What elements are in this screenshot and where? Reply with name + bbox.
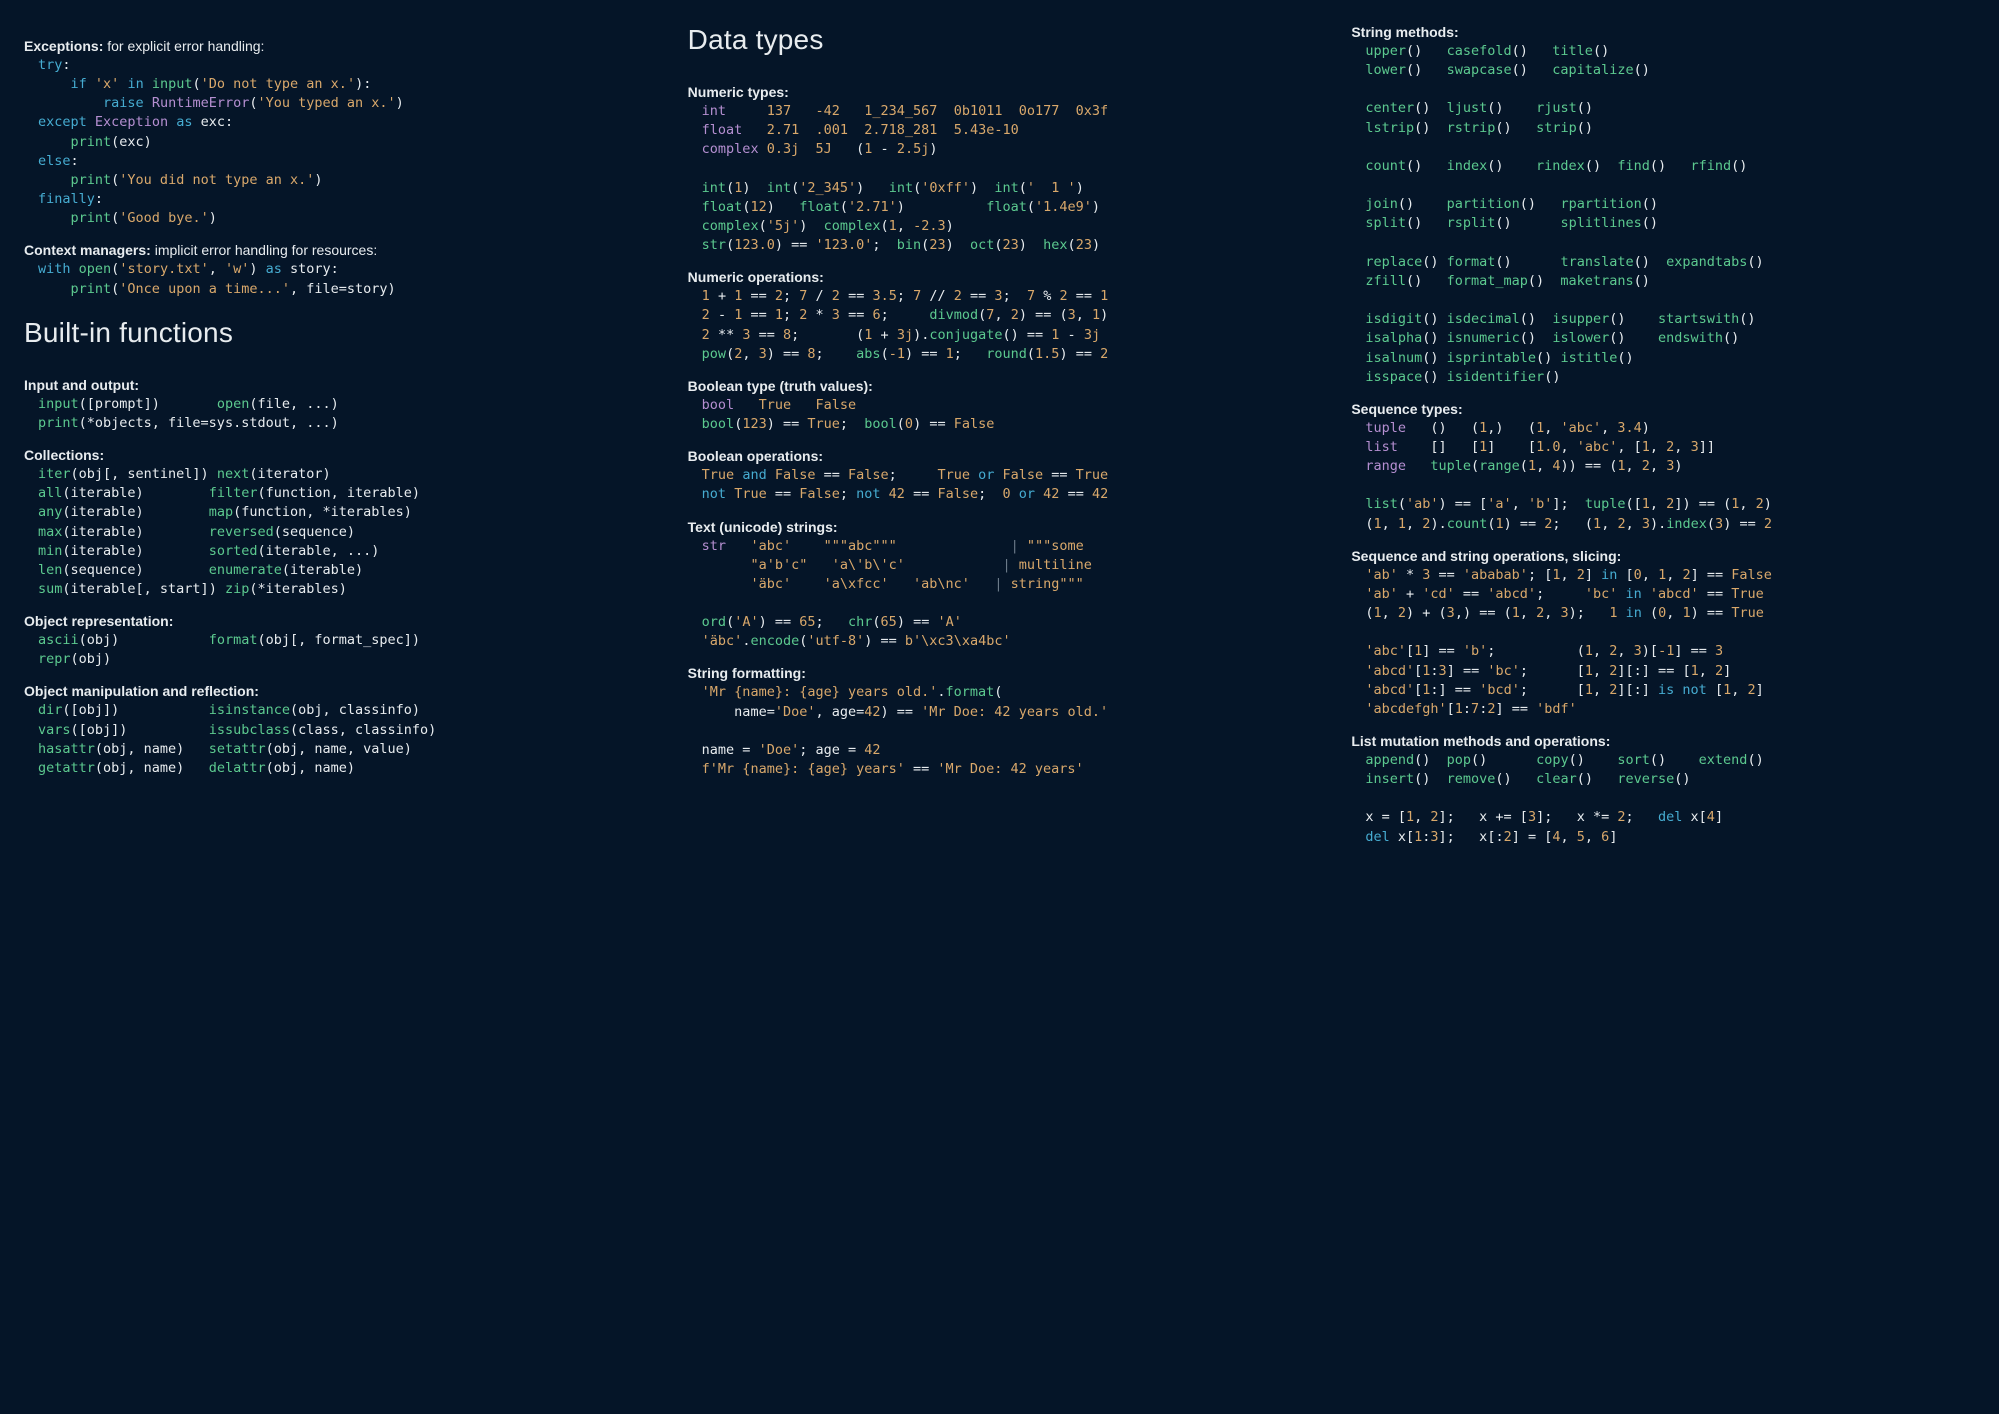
booltype-label: Boolean type (truth values): (688, 378, 1312, 394)
seqtypes-label: Sequence types: (1351, 401, 1975, 417)
boolops-code: True and False == False; True or False =… (688, 466, 1312, 504)
numops-code: 1 + 1 == 2; 7 / 2 == 3.5; 7 // 2 == 3; 7… (688, 287, 1312, 364)
column-1: Exceptions: for explicit error handling:… (24, 24, 648, 1390)
repr-label: Object representation: (24, 613, 648, 629)
numops-label: Numeric operations: (688, 269, 1312, 285)
exceptions-label: Exceptions: for explicit error handling: (24, 38, 648, 54)
text-code: str 'abc' """abc""" | """some "a'b'c" 'a… (688, 537, 1312, 652)
listmut-code: append() pop() copy() sort() extend() in… (1351, 751, 1975, 847)
context-desc: implicit error handling for resources: (151, 242, 377, 258)
repr-code: ascii(obj) format(obj[, format_spec]) re… (24, 631, 648, 669)
boolops-label: Boolean operations: (688, 448, 1312, 464)
context-label: Context managers: implicit error handlin… (24, 242, 648, 258)
listmut-label: List mutation methods and operations: (1351, 733, 1975, 749)
booltype-code: bool True False bool(123) == True; bool(… (688, 396, 1312, 434)
numtypes-label: Numeric types: (688, 84, 1312, 100)
seqops-code: 'ab' * 3 == 'ababab'; [1, 2] in [0, 1, 2… (1351, 566, 1975, 719)
context-code: with open('story.txt', 'w') as story: pr… (24, 260, 648, 298)
strfmt-label: String formatting: (688, 665, 1312, 681)
builtins-heading: Built-in functions (24, 317, 648, 349)
datatypes-heading: Data types (688, 24, 1312, 56)
seqtypes-code: tuple () (1,) (1, 'abc', 3.4) list [] [1… (1351, 419, 1975, 534)
collections-code: iter(obj[, sentinel]) next(iterator) all… (24, 465, 648, 599)
exceptions-desc: for explicit error handling: (103, 38, 264, 54)
collections-label: Collections: (24, 447, 648, 463)
column-2: Data types Numeric types: int 137 -42 1_… (688, 24, 1312, 1390)
context-label-text: Context managers: (24, 242, 151, 258)
reflect-code: dir([obj]) isinstance(obj, classinfo) va… (24, 701, 648, 778)
exceptions-label-text: Exceptions: (24, 38, 103, 54)
text-label: Text (unicode) strings: (688, 519, 1312, 535)
strfmt-code: 'Mr {name}: {age} years old.'.format( na… (688, 683, 1312, 779)
strmethods-label: String methods: (1351, 24, 1975, 40)
strmethods-code: upper() casefold() title() lower() swapc… (1351, 42, 1975, 387)
exceptions-code: try: if 'x' in input('Do not type an x.'… (24, 56, 648, 228)
io-label: Input and output: (24, 377, 648, 393)
numtypes-code: int 137 -42 1_234_567 0b1011 0o177 0x3f … (688, 102, 1312, 255)
reflect-label: Object manipulation and reflection: (24, 683, 648, 699)
seqops-label: Sequence and string operations, slicing: (1351, 548, 1975, 564)
column-3: String methods: upper() casefold() title… (1351, 24, 1975, 1390)
io-code: input([prompt]) open(file, ...) print(*o… (24, 395, 648, 433)
